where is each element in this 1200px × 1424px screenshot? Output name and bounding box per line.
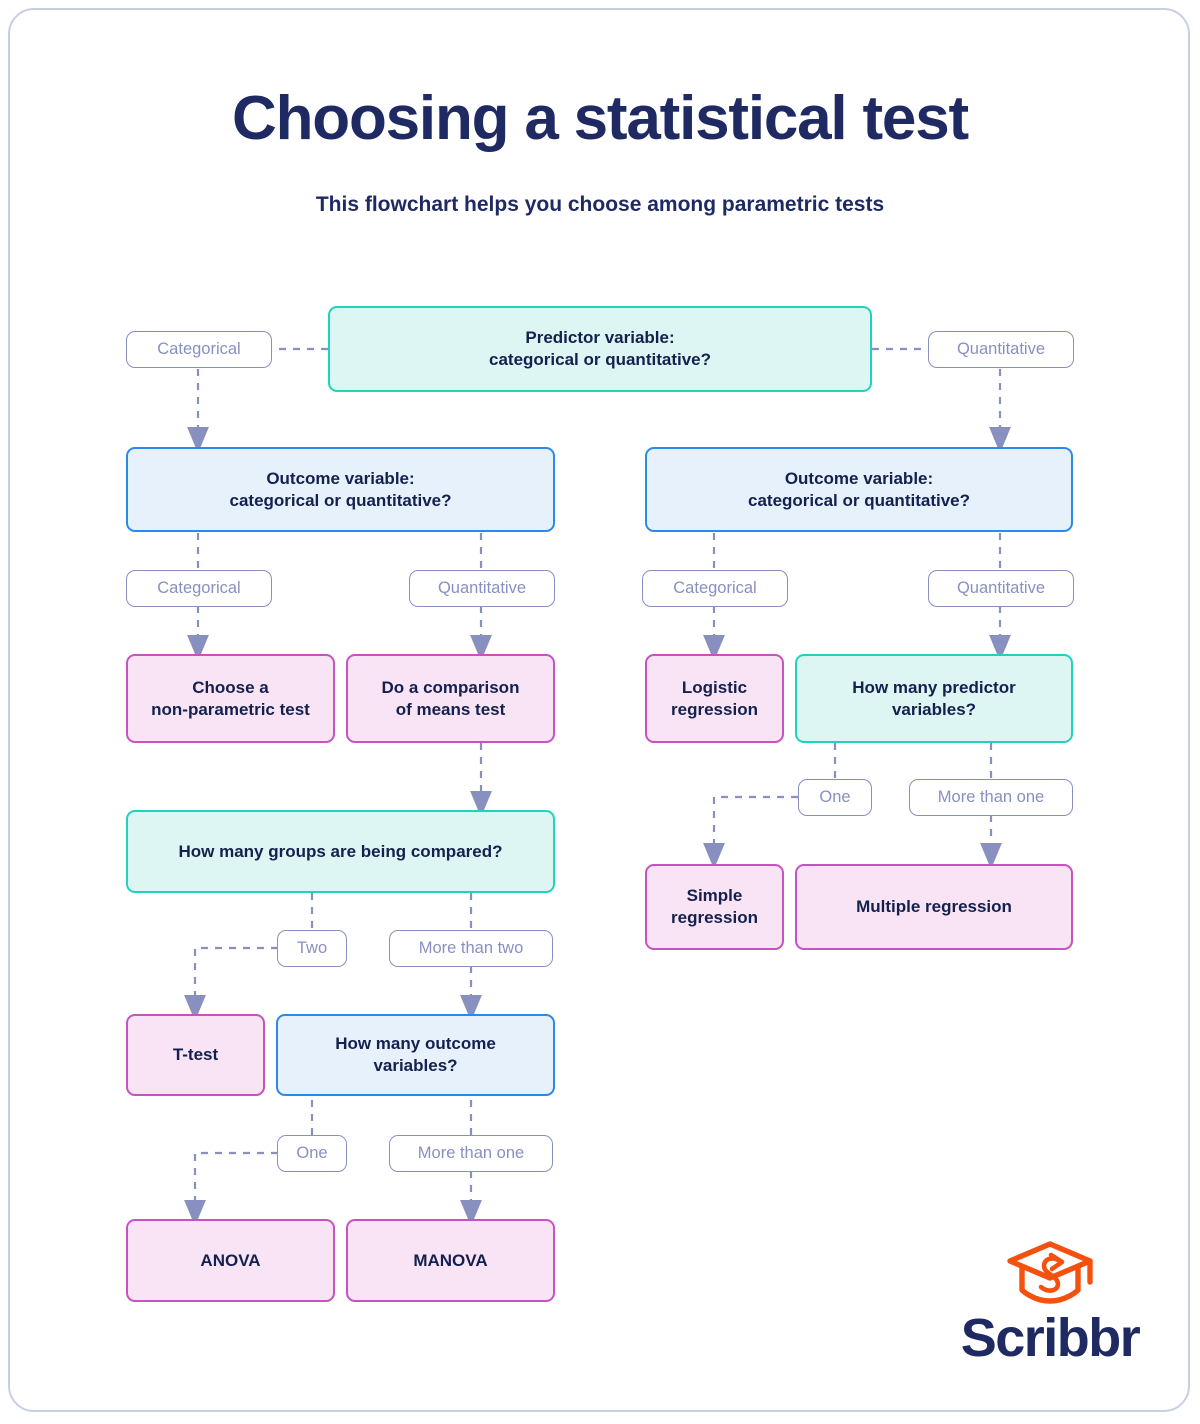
node-how-many-outcome-variables[interactable]: How many outcome variables? xyxy=(276,1014,555,1096)
node-outcome-variable-right[interactable]: Outcome variable: categorical or quantita… xyxy=(645,447,1073,532)
flowchart-page: Choosing a statistical test This flowcha… xyxy=(0,0,1200,1424)
graduation-cap-icon xyxy=(1007,1241,1093,1304)
pill-predictors-one[interactable]: One xyxy=(798,779,872,816)
scribbr-wordmark: Scribbr xyxy=(960,1308,1141,1368)
node-multiple-regression[interactable]: Multiple regression xyxy=(795,864,1073,950)
node-logistic-regression[interactable]: Logistic regression xyxy=(645,654,784,743)
page-title: Choosing a statistical test xyxy=(232,84,969,153)
node-how-many-groups[interactable]: How many groups are being compared? xyxy=(126,810,555,893)
pill-predictors-more-than-one[interactable]: More than one xyxy=(909,779,1073,816)
node-predictor-variable[interactable]: Predictor variable: categorical or quanti… xyxy=(328,306,872,392)
pill-outcome-right-categorical[interactable]: Categorical xyxy=(642,570,788,607)
pill-outcomes-one[interactable]: One xyxy=(277,1135,347,1172)
node-non-parametric-test[interactable]: Choose a non-parametric test xyxy=(126,654,335,743)
pill-outcome-left-quantitative[interactable]: Quantitative xyxy=(409,570,555,607)
pill-predictor-quantitative[interactable]: Quantitative xyxy=(928,331,1074,368)
pill-outcomes-more-than-one[interactable]: More than one xyxy=(389,1135,553,1172)
node-t-test[interactable]: T-test xyxy=(126,1014,265,1096)
pill-outcome-left-categorical[interactable]: Categorical xyxy=(126,570,272,607)
pill-groups-more-than-two[interactable]: More than two xyxy=(389,930,553,967)
scribbr-logo[interactable]: Scribbr xyxy=(952,1238,1148,1370)
node-simple-regression[interactable]: Simple regression xyxy=(645,864,784,950)
pill-predictor-categorical[interactable]: Categorical xyxy=(126,331,272,368)
node-anova[interactable]: ANOVA xyxy=(126,1219,335,1302)
pill-outcome-right-quantitative[interactable]: Quantitative xyxy=(928,570,1074,607)
node-how-many-predictors[interactable]: How many predictor variables? xyxy=(795,654,1073,743)
pill-groups-two[interactable]: Two xyxy=(277,930,347,967)
page-subtitle: This flowchart helps you choose among pa… xyxy=(315,193,885,216)
node-manova[interactable]: MANOVA xyxy=(346,1219,555,1302)
node-comparison-of-means[interactable]: Do a comparison of means test xyxy=(346,654,555,743)
node-outcome-variable-left[interactable]: Outcome variable: categorical or quantita… xyxy=(126,447,555,532)
